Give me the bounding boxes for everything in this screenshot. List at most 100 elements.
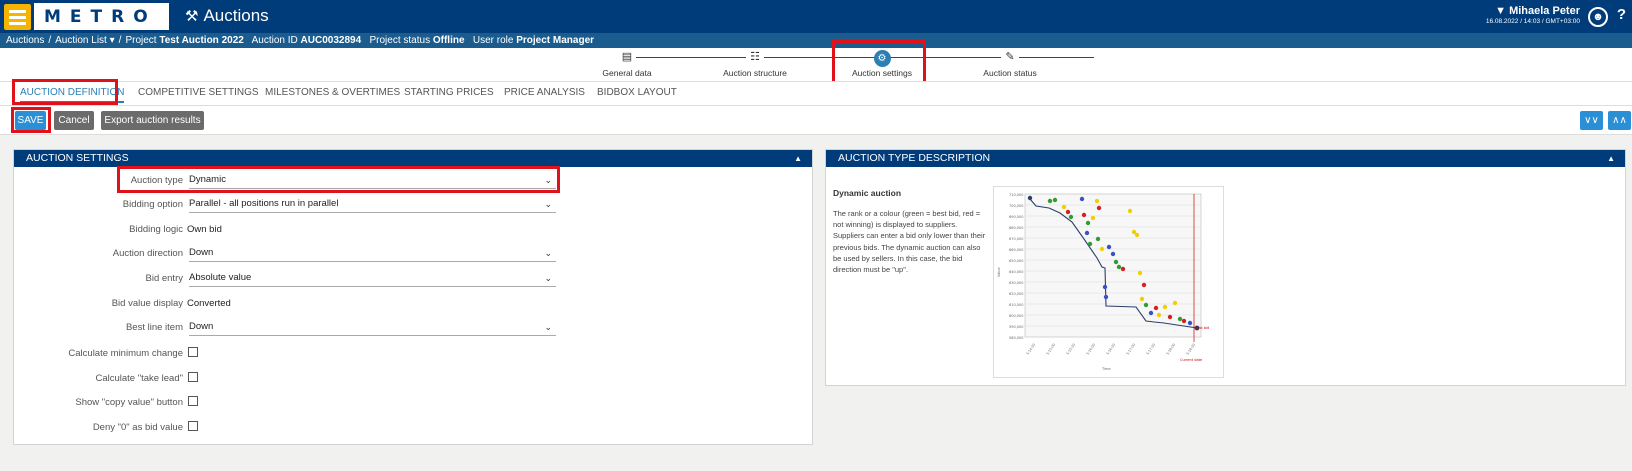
app-title: ⚒ Auctions — [185, 6, 269, 26]
auction-direction-select[interactable]: Down ⌄ — [189, 244, 556, 262]
select-value: Down — [189, 321, 214, 332]
user-avatar-icon[interactable]: ☻ — [1588, 7, 1608, 27]
svg-text:600,000: 600,000 — [1009, 314, 1023, 318]
svg-text:Value: Value — [997, 267, 1001, 277]
database-icon: ▤ — [567, 50, 687, 64]
top-header: METRO ⚒ Auctions ▼ Mihaela Peter 16.08.20… — [0, 0, 1632, 33]
app-title-text: Auctions — [203, 6, 269, 25]
svg-text:5:16:30: 5:16:30 — [1106, 343, 1117, 356]
svg-text:590,000: 590,000 — [1009, 325, 1023, 329]
hierarchy-icon: ☷ — [695, 50, 815, 64]
step-auction-structure[interactable]: ☷ Auction structure — [695, 50, 815, 78]
select-value: Absolute value — [189, 272, 252, 283]
chevron-down-icon: ⌄ — [544, 248, 552, 258]
svg-text:5:15:30: 5:15:30 — [1066, 343, 1077, 356]
row-auction-direction: Auction direction Down ⌄ — [1, 243, 814, 263]
highlight-save — [11, 107, 51, 133]
deny-zero-checkbox[interactable] — [188, 421, 198, 431]
project-label: Project — [125, 35, 157, 46]
step-label: Auction structure — [723, 68, 787, 78]
help-icon[interactable]: ? — [1617, 6, 1626, 23]
breadcrumb-auctions[interactable]: Auctions — [6, 35, 44, 46]
row-show-copy-value: Show "copy value" button — [1, 392, 814, 412]
row-bidding-logic: Bidding logic Own bid — [1, 219, 814, 239]
highlight-auction-type — [117, 166, 560, 193]
collapse-caret-icon[interactable]: ▲ — [1607, 150, 1615, 167]
svg-text:690,000: 690,000 — [1009, 215, 1023, 219]
calculate-take-lead-checkbox[interactable] — [188, 372, 198, 382]
user-role-label: User role — [472, 35, 514, 46]
auction-type-description-panel: AUCTION TYPE DESCRIPTION ▲ Dynamic aucti… — [825, 149, 1626, 386]
svg-text:620,000: 620,000 — [1009, 292, 1023, 296]
svg-text:5:15:00: 5:15:00 — [1046, 343, 1057, 356]
svg-text:5:18:30: 5:18:30 — [1186, 343, 1197, 356]
user-name: Mihaela Peter — [1509, 5, 1580, 17]
tab-competitive-settings[interactable]: COMPETITIVE SETTINGS — [138, 87, 259, 98]
svg-text:630,000: 630,000 — [1009, 281, 1023, 285]
breadcrumb-auction-list[interactable]: Auction List — [55, 35, 107, 46]
expand-all-icon[interactable]: ∨∨ — [1580, 111, 1603, 130]
svg-text:680,000: 680,000 — [1009, 226, 1023, 230]
best-line-item-select[interactable]: Down ⌄ — [189, 318, 556, 336]
field-label: Bid entry — [145, 273, 184, 284]
user-timestamp: 16.08.2022 / 14:03 / GMT+03:00 — [1485, 18, 1580, 25]
auction-settings-panel: AUCTION SETTINGS ▲ Auction type Dynamic ⌄… — [13, 149, 813, 445]
collapse-all-icon[interactable]: ∧∧ — [1608, 111, 1631, 130]
auction-id-label: Auction ID — [251, 35, 298, 46]
project-status-label: Project status — [369, 35, 431, 46]
gavel-icon: ⚒ — [185, 8, 199, 25]
field-label: Calculate "take lead" — [95, 373, 183, 384]
caret-down-icon[interactable]: ▾ — [110, 35, 115, 46]
chevron-down-icon: ⌄ — [544, 322, 552, 332]
edit-icon: ✎ — [950, 50, 1070, 64]
panel-title: AUCTION TYPE DESCRIPTION — [838, 152, 991, 164]
bid-entry-select[interactable]: Absolute value ⌄ — [189, 269, 556, 287]
user-menu[interactable]: ▼ Mihaela Peter — [1495, 5, 1580, 17]
chevron-down-icon: ⌄ — [544, 199, 552, 209]
field-label: Bidding logic — [129, 224, 183, 235]
svg-text:710,000: 710,000 — [1009, 193, 1023, 197]
svg-text:650,000: 650,000 — [1009, 259, 1023, 263]
description-heading: Dynamic auction — [833, 188, 902, 198]
user-role-value: Project Manager — [516, 35, 595, 46]
svg-text:5:14:30: 5:14:30 — [1026, 343, 1037, 356]
svg-text:5:17:00: 5:17:00 — [1126, 343, 1137, 356]
show-copy-value-checkbox[interactable] — [188, 396, 198, 406]
tab-bar: AUCTION DEFINITION COMPETITIVE SETTINGS … — [0, 81, 1632, 105]
calculate-minimum-change-checkbox[interactable] — [188, 347, 198, 357]
project-value: Test Auction 2022 — [159, 35, 244, 46]
svg-text:Time: Time — [1101, 367, 1111, 371]
project-status-value: Offline — [432, 35, 465, 46]
svg-text:Current date: Current date — [1180, 358, 1202, 362]
progress-stepper: ▤ General data ☷ Auction structure ⚙ Auc… — [0, 48, 1632, 81]
chevron-down-icon: ▼ — [1495, 5, 1507, 17]
tab-milestones-overtimes[interactable]: MILESTONES & OVERTIMES — [265, 87, 400, 98]
step-label: Auction status — [983, 68, 1037, 78]
row-best-line-item: Best line item Down ⌄ — [1, 317, 814, 337]
bid-value-display-value: Converted — [187, 298, 231, 309]
tab-price-analysis[interactable]: PRICE ANALYSIS — [504, 87, 585, 98]
field-label: Best line item — [125, 322, 183, 333]
panel-title: AUCTION SETTINGS — [26, 152, 129, 164]
step-general-data[interactable]: ▤ General data — [567, 50, 687, 78]
tab-starting-prices[interactable]: STARTING PRICES — [404, 87, 494, 98]
hamburger-menu-icon[interactable] — [4, 4, 31, 30]
svg-text:5:18:00: 5:18:00 — [1166, 343, 1177, 356]
field-label: Deny "0" as bid value — [92, 422, 183, 433]
field-label: Calculate minimum change — [68, 348, 183, 359]
cancel-button[interactable]: Cancel — [54, 111, 94, 130]
export-results-button[interactable]: Export auction results — [101, 111, 204, 130]
tab-bidbox-layout[interactable]: BIDBOX LAYOUT — [597, 87, 677, 98]
step-label: General data — [602, 68, 652, 78]
step-auction-status[interactable]: ✎ Auction status — [950, 50, 1070, 78]
bidding-option-select[interactable]: Parallel - all positions run in parallel… — [189, 195, 556, 213]
panel-header: AUCTION TYPE DESCRIPTION ▲ — [826, 150, 1625, 167]
highlight-auction-definition — [12, 79, 118, 105]
svg-text:580,000: 580,000 — [1009, 336, 1023, 340]
panel-header: AUCTION SETTINGS ▲ — [14, 150, 812, 167]
row-calculate-take-lead: Calculate "take lead" — [1, 368, 814, 388]
metro-logo[interactable]: METRO — [34, 3, 169, 30]
auction-chart-image: 710,000 700,000 690,000 680,000 670,000 660,… — [997, 193, 1209, 371]
collapse-caret-icon[interactable]: ▲ — [794, 150, 802, 167]
svg-text:5:17:30: 5:17:30 — [1146, 343, 1157, 356]
